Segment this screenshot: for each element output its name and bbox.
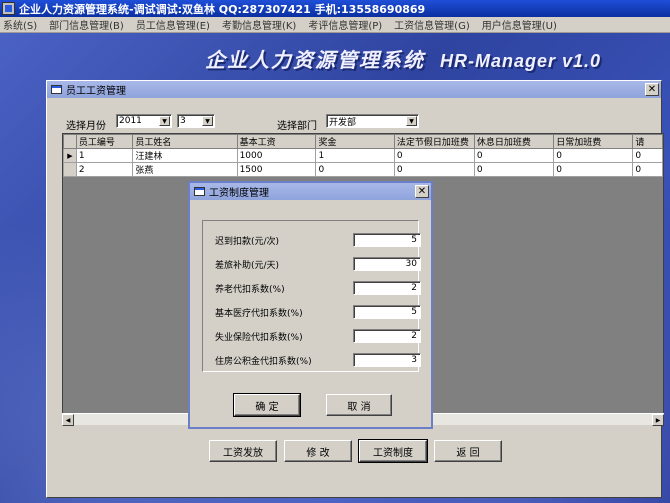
scroll-left-icon[interactable]: ◀ <box>62 414 74 426</box>
cancel-button[interactable]: 取 消 <box>326 394 392 416</box>
department-select[interactable]: 开发部 ▼ <box>326 114 419 128</box>
pension-rate-row: 养老代扣系数(%) 2 <box>215 281 421 295</box>
back-button[interactable]: 返 回 <box>434 440 502 462</box>
housing-fund-rate-field[interactable]: 3 <box>353 353 421 367</box>
pay-salary-button[interactable]: 工资发放 <box>209 440 277 462</box>
column-header[interactable]: 基本工资 <box>236 134 317 149</box>
window-close-button[interactable]: ✕ <box>645 83 659 96</box>
banner-english: HR-Manager v1.0 <box>439 51 602 71</box>
medical-rate-field[interactable]: 5 <box>353 305 421 319</box>
table-cell[interactable]: 0 <box>315 162 395 177</box>
header-indicator <box>63 134 77 149</box>
table-cell[interactable]: 0 <box>632 148 663 163</box>
department-label: 选择部门 <box>277 121 317 132</box>
window-title-bar: 员工工资管理 ✕ <box>47 81 661 98</box>
late-deduction-row: 迟到扣款(元/次) 5 <box>215 233 421 247</box>
menu-user[interactable]: 用户信息管理(U) <box>482 17 557 32</box>
unemployment-rate-row: 失业保险代扣系数(%) 2 <box>215 329 421 343</box>
pension-rate-label: 养老代扣系数(%) <box>215 285 285 295</box>
window-title: 员工工资管理 <box>66 86 126 97</box>
ok-button[interactable]: 确 定 <box>233 393 301 417</box>
housing-fund-rate-row: 住房公积金代扣系数(%) 3 <box>215 353 421 367</box>
column-header[interactable]: 员工编号 <box>75 134 134 149</box>
table-row[interactable]: 2 张燕 1500 0 0 0 0 0 <box>63 162 663 177</box>
table-cell[interactable]: 1000 <box>236 148 317 163</box>
table-header-row: 员工编号 员工姓名 基本工资 奖金 法定节假日加班费 休息日加班费 日常加班费 … <box>63 134 663 149</box>
medical-rate-label: 基本医疗代扣系数(%) <box>215 309 303 319</box>
year-value: 2011 <box>119 116 142 126</box>
app-banner: 企业人力资源管理系统 HR-Manager v1.0 <box>205 44 601 73</box>
current-row-indicator-icon: ▶ <box>63 148 77 163</box>
housing-fund-rate-label: 住房公积金代扣系数(%) <box>215 357 312 367</box>
table-cell[interactable]: 0 <box>393 148 475 163</box>
menu-attendance[interactable]: 考勤信息管理(K) <box>222 17 296 32</box>
app-icon <box>2 2 15 15</box>
app-title-bar: 企业人力资源管理系统-调试调试:双鱼林 QQ:287307421 手机:1355… <box>0 0 670 17</box>
medical-rate-row: 基本医疗代扣系数(%) 5 <box>215 305 421 319</box>
month-value: 3 <box>180 116 186 126</box>
column-header[interactable]: 请 <box>632 134 663 149</box>
banner-chinese: 企业人力资源管理系统 <box>205 48 425 72</box>
dialog-title-bar: 工资制度管理 ✕ <box>190 183 431 200</box>
column-header[interactable]: 奖金 <box>315 134 395 149</box>
table-cell[interactable]: 2 <box>75 162 134 177</box>
travel-allowance-field[interactable]: 30 <box>353 257 421 271</box>
dialog-title: 工资制度管理 <box>209 188 269 199</box>
department-chevron-down-icon[interactable]: ▼ <box>406 116 417 126</box>
pension-rate-field[interactable]: 2 <box>353 281 421 295</box>
table-cell[interactable]: 0 <box>393 162 475 177</box>
department-value: 开发部 <box>329 117 357 128</box>
travel-allowance-row: 差旅补助(元/天) 30 <box>215 257 421 271</box>
table-cell[interactable]: 1 <box>75 148 134 163</box>
unemployment-rate-label: 失业保险代扣系数(%) <box>215 333 303 343</box>
table-cell[interactable]: 1 <box>315 148 395 163</box>
settings-frame: 迟到扣款(元/次) 5 差旅补助(元/天) 30 养老代扣系数(%) 2 基本医… <box>202 220 421 372</box>
month-chevron-down-icon[interactable]: ▼ <box>202 116 213 126</box>
table-cell[interactable]: 0 <box>553 148 634 163</box>
late-deduction-label: 迟到扣款(元/次) <box>215 237 280 247</box>
table-row[interactable]: ▶ 1 汪建林 1000 1 0 0 0 0 <box>63 148 663 163</box>
table-cell[interactable]: 0 <box>473 162 555 177</box>
travel-allowance-label: 差旅补助(元/天) <box>215 261 280 271</box>
menu-system[interactable]: 系统(S) <box>3 17 37 32</box>
late-deduction-field[interactable]: 5 <box>353 233 421 247</box>
table-cell[interactable]: 0 <box>473 148 555 163</box>
year-chevron-down-icon[interactable]: ▼ <box>159 116 170 126</box>
dialog-close-button[interactable]: ✕ <box>415 185 429 198</box>
month-select[interactable]: 3 ▼ <box>177 114 215 128</box>
unemployment-rate-field[interactable]: 2 <box>353 329 421 343</box>
menu-department[interactable]: 部门信息管理(B) <box>49 17 124 32</box>
column-header[interactable]: 休息日加班费 <box>473 134 555 149</box>
table-cell[interactable]: 1500 <box>236 162 317 177</box>
table-cell[interactable]: 张燕 <box>132 162 238 177</box>
row-indicator <box>63 162 77 177</box>
menu-employee[interactable]: 员工信息管理(E) <box>136 17 210 32</box>
scroll-right-icon[interactable]: ▶ <box>652 414 664 426</box>
salary-system-dialog: 工资制度管理 ✕ 迟到扣款(元/次) 5 差旅补助(元/天) 30 养老代扣系数… <box>188 181 433 429</box>
window-icon <box>51 85 62 94</box>
menu-bar: 系统(S) 部门信息管理(B) 员工信息管理(E) 考勤信息管理(K) 考评信息… <box>0 17 670 33</box>
salary-table: 员工编号 员工姓名 基本工资 奖金 法定节假日加班费 休息日加班费 日常加班费 … <box>63 134 663 177</box>
column-header[interactable]: 法定节假日加班费 <box>393 134 475 149</box>
month-label: 选择月份 <box>66 121 106 132</box>
table-cell[interactable]: 汪建林 <box>132 148 238 163</box>
edit-button[interactable]: 修 改 <box>284 440 352 462</box>
menu-evaluation[interactable]: 考评信息管理(P) <box>308 17 382 32</box>
salary-system-button[interactable]: 工资制度 <box>358 439 428 463</box>
table-cell[interactable]: 0 <box>553 162 634 177</box>
table-cell[interactable]: 0 <box>632 162 663 177</box>
column-header[interactable]: 员工姓名 <box>132 134 238 149</box>
app-title: 企业人力资源管理系统-调试调试:双鱼林 QQ:287307421 手机:1355… <box>19 2 426 16</box>
year-select[interactable]: 2011 ▼ <box>116 114 172 128</box>
menu-salary[interactable]: 工资信息管理(G) <box>394 17 470 32</box>
dialog-icon <box>194 187 205 196</box>
column-header[interactable]: 日常加班费 <box>553 134 634 149</box>
